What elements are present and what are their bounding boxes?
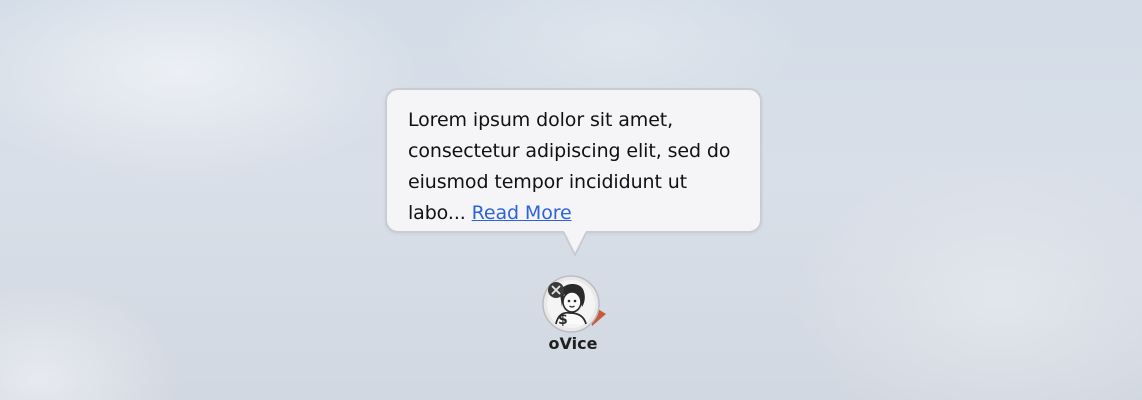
read-more-link[interactable]: Read More <box>472 202 572 224</box>
tooltip-bubble: Lorem ipsum dolor sit amet, consectetur … <box>385 88 762 256</box>
tooltip-text-block: Lorem ipsum dolor sit amet, consectetur … <box>408 105 740 229</box>
ovice-icon-label: oVice <box>548 334 598 353</box>
ovice-desktop-icon[interactable]: $ oVice <box>535 272 611 356</box>
tooltip-tail <box>563 231 587 256</box>
svg-text:$: $ <box>558 312 568 328</box>
ovice-app-icon: $ <box>542 275 606 333</box>
